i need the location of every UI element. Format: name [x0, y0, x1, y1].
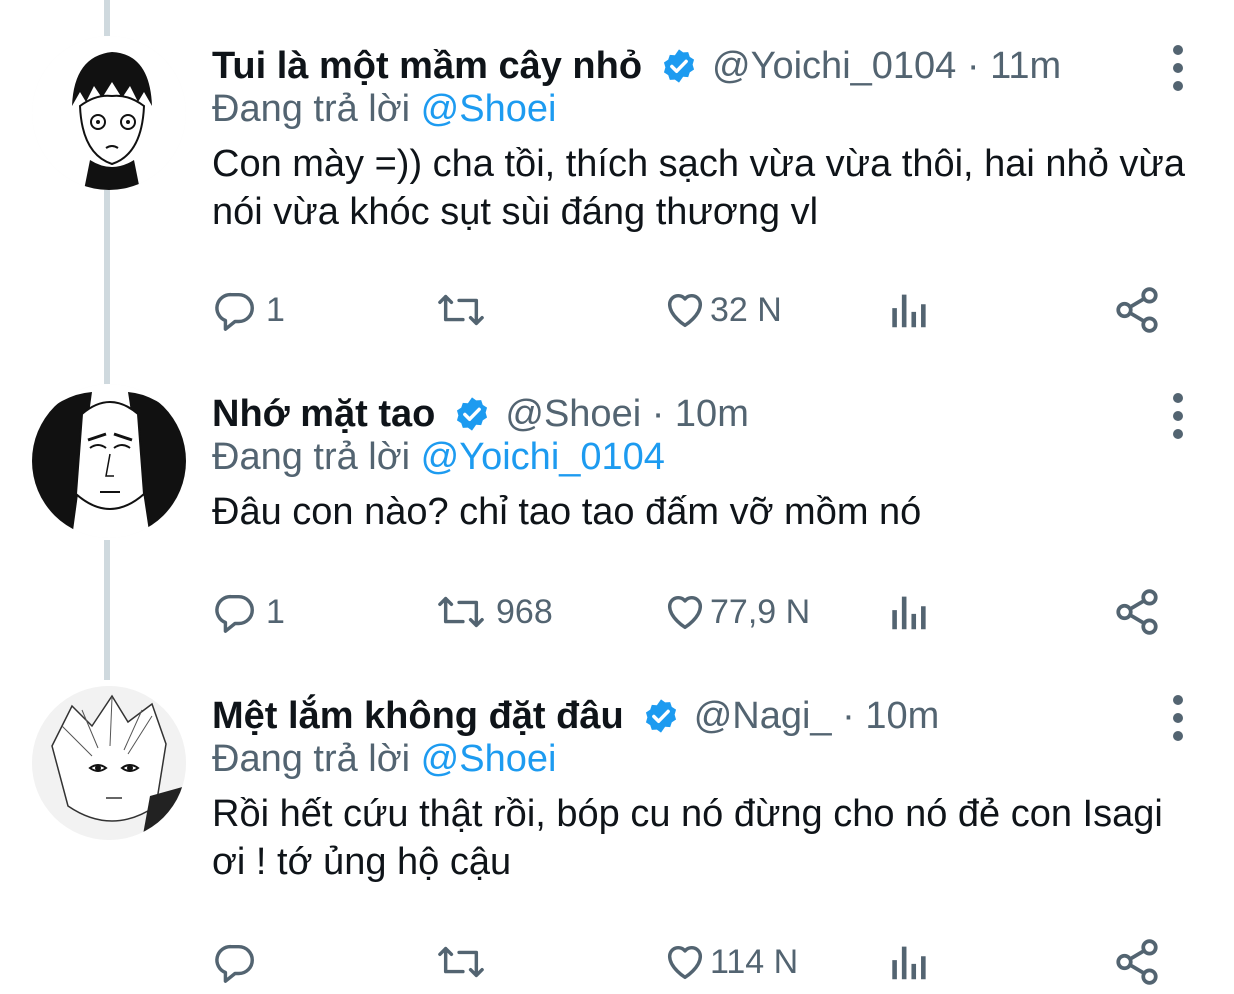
replying-prefix: Đang trả lời — [212, 738, 411, 780]
reply-button[interactable] — [212, 934, 266, 990]
verified-badge-icon — [645, 699, 676, 733]
like-button[interactable]: 114 N — [662, 934, 798, 990]
tweet-text: Đâu con nào? chỉ tao tao đấm vỡ mồm nó — [212, 491, 922, 533]
reply-icon — [215, 944, 254, 983]
avatar-image — [32, 384, 186, 538]
user-handle[interactable]: @Yoichi_0104 — [712, 45, 956, 88]
display-name[interactable]: Nhớ mặt tao — [212, 393, 435, 436]
action-bar: 114 N — [212, 934, 1172, 990]
like-count: 114 N — [710, 942, 799, 981]
reply-count: 1 — [266, 592, 285, 631]
replying-to: Đang trả lời @Yoichi_0104 — [212, 436, 665, 479]
more-options-icon[interactable] — [1166, 42, 1190, 94]
verified-badge-icon — [457, 397, 488, 431]
reply-icon — [215, 292, 254, 331]
reply-mention-link[interactable]: @Shoei — [421, 738, 557, 780]
like-icon — [667, 293, 703, 328]
tweet-text: Con mày =)) cha tồi, thích sạch vừa vừa … — [212, 143, 1185, 233]
separator-dot: · — [831, 694, 866, 737]
analytics-icon — [892, 294, 926, 328]
tweet-text: Rồi hết cứu thật rồi, bóp cu nó đừng cho… — [212, 793, 1163, 883]
tweet[interactable]: Mệt lắm không đặt đâu @Nagi_ · 10m Đang … — [0, 686, 1234, 994]
retweet-count: 968 — [496, 592, 553, 631]
separator-dot: · — [956, 44, 991, 87]
retweet-icon — [438, 596, 484, 628]
reply-icon — [215, 594, 254, 633]
timestamp[interactable]: 10m — [675, 393, 749, 436]
replying-prefix: Đang trả lời — [212, 436, 411, 478]
like-count: 32 N — [710, 290, 782, 329]
like-button[interactable]: 77,9 N — [662, 584, 810, 640]
timestamp[interactable]: 11m — [990, 45, 1061, 88]
user-handle[interactable]: @Nagi_ — [694, 695, 832, 738]
reply-button[interactable]: 1 — [212, 282, 285, 338]
analytics-button[interactable] — [888, 282, 928, 338]
avatar[interactable] — [32, 36, 186, 190]
retweet-icon — [438, 946, 484, 978]
replying-prefix: Đang trả lời — [212, 88, 411, 130]
retweet-button[interactable] — [434, 282, 496, 338]
reply-mention-link[interactable]: @Shoei — [421, 88, 557, 130]
verified-badge-icon — [664, 49, 695, 83]
retweet-button[interactable] — [434, 934, 496, 990]
share-icon — [1116, 287, 1158, 333]
analytics-icon — [892, 946, 926, 980]
replying-to: Đang trả lời @Shoei — [212, 88, 556, 131]
like-icon — [667, 945, 703, 980]
thread-line — [104, 0, 110, 36]
display-name[interactable]: Mệt lắm không đặt đâu — [212, 695, 624, 738]
separator-dot: · — [641, 392, 675, 435]
timestamp[interactable]: 10m — [865, 695, 939, 738]
avatar-image — [32, 36, 186, 190]
more-options-icon[interactable] — [1166, 390, 1190, 442]
reply-count: 1 — [266, 290, 285, 329]
more-options-icon[interactable] — [1166, 692, 1190, 744]
retweet-button[interactable]: 968 — [434, 584, 553, 640]
reply-button[interactable]: 1 — [212, 584, 285, 640]
reply-mention-link[interactable]: @Yoichi_0104 — [421, 436, 665, 478]
like-count: 77,9 N — [710, 592, 811, 631]
action-bar: 1 32 N — [212, 282, 1172, 338]
share-icon — [1116, 589, 1158, 635]
avatar[interactable] — [32, 686, 186, 840]
user-handle[interactable]: @Shoei — [505, 393, 641, 436]
avatar[interactable] — [32, 384, 186, 538]
share-icon — [1116, 939, 1158, 985]
analytics-button[interactable] — [888, 934, 928, 990]
replying-to: Đang trả lời @Shoei — [212, 738, 556, 781]
action-bar: 1 968 77,9 N — [212, 584, 1172, 640]
share-button[interactable] — [1112, 934, 1162, 990]
analytics-button[interactable] — [888, 584, 928, 640]
display-name[interactable]: Tui là một mầm cây nhỏ — [212, 45, 642, 88]
share-button[interactable] — [1112, 584, 1162, 640]
avatar-image — [32, 686, 186, 840]
tweet[interactable]: Nhớ mặt tao @Shoei · 10m Đang trả lời @Y… — [0, 384, 1234, 654]
like-icon — [667, 595, 703, 630]
analytics-icon — [892, 596, 926, 630]
retweet-icon — [438, 294, 484, 326]
share-button[interactable] — [1112, 282, 1162, 338]
like-button[interactable]: 32 N — [662, 282, 782, 338]
tweet[interactable]: Tui là một mầm cây nhỏ @Yoichi_0104 · 11… — [0, 36, 1234, 366]
